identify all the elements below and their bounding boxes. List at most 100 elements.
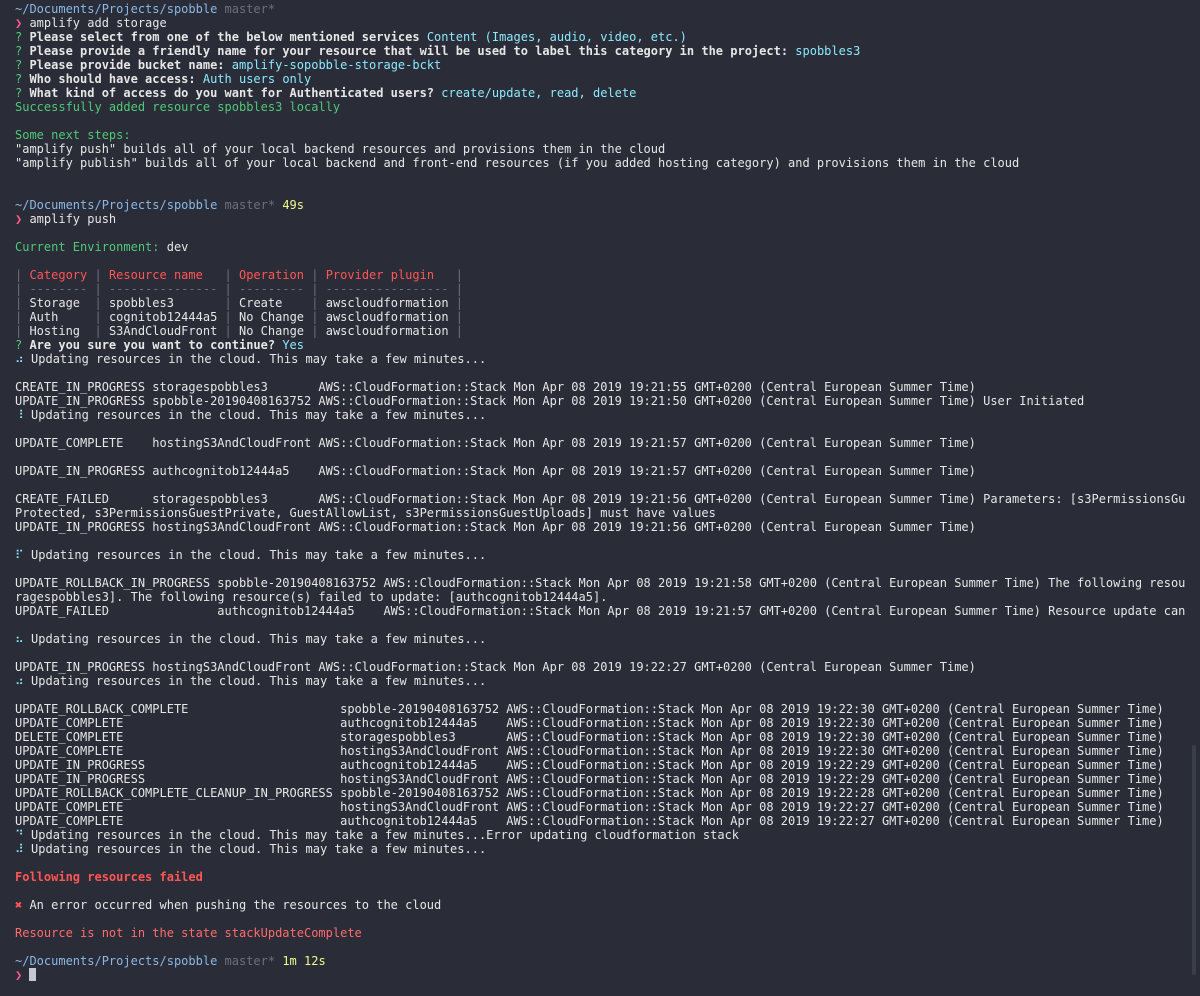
line-segment: awscloudformation bbox=[325, 296, 449, 310]
terminal-line: UPDATE_IN_PROGRESS hostingS3AndCloudFron… bbox=[15, 660, 1185, 674]
line-segment: ~/Documents/Projects/spobble bbox=[15, 2, 218, 16]
line-segment: ⠴ bbox=[15, 352, 32, 366]
line-segment: Updating resources in the cloud. This ma… bbox=[31, 632, 487, 646]
terminal-line: ? Please select from one of the below me… bbox=[15, 30, 1185, 44]
terminal-line: ~/Documents/Projects/spobble master* bbox=[15, 2, 1185, 16]
line-segment: ⠙ bbox=[15, 828, 32, 842]
line-segment: | bbox=[87, 310, 109, 324]
line-segment: Please select from one of the below ment… bbox=[29, 30, 420, 44]
line-segment: Updating resources in the cloud. This ma… bbox=[31, 842, 487, 856]
terminal-line: UPDATE_ROLLBACK_COMPLETE spobble-2019040… bbox=[15, 702, 1185, 716]
text-cursor[interactable] bbox=[29, 968, 37, 981]
line-segment: | bbox=[304, 324, 326, 338]
line-segment: UPDATE_IN_PROGRESS hostingS3AndCloudFron… bbox=[15, 520, 976, 534]
line-segment: spobbles3 bbox=[108, 296, 218, 310]
terminal-line: CREATE_FAILED storagespobbles3 AWS::Clou… bbox=[15, 492, 1185, 506]
terminal-line: UPDATE_COMPLETE authcognitob12444a5 AWS:… bbox=[15, 716, 1185, 730]
line-segment: ? bbox=[15, 86, 30, 100]
terminal-line: UPDATE_COMPLETE hostingS3AndCloudFront A… bbox=[15, 436, 1185, 450]
line-segment: ⠏ bbox=[15, 548, 32, 562]
terminal-line: ? Please provide bucket name: amplify-so… bbox=[15, 58, 1185, 72]
line-segment: UPDATE_IN_PROGRESS authcognitob12444a5 A… bbox=[15, 464, 976, 478]
line-segment: ? bbox=[15, 30, 30, 44]
line-segment: No Change bbox=[239, 324, 305, 338]
line-segment: ✖ bbox=[15, 898, 30, 912]
scrollbar[interactable] bbox=[1192, 745, 1196, 975]
terminal-line: | Auth | cognitob12444a5 | No Change | a… bbox=[15, 310, 1185, 324]
line-segment: UPDATE_IN_PROGRESS spobble-2019040816375… bbox=[15, 394, 1085, 408]
line-segment: | bbox=[15, 324, 30, 338]
terminal-line: ❯ amplify push bbox=[15, 212, 1185, 226]
terminal-line: UPDATE_COMPLETE authcognitob12444a5 AWS:… bbox=[15, 814, 1185, 828]
line-segment: | bbox=[448, 324, 463, 338]
line-segment: spobbles3 bbox=[788, 44, 861, 58]
terminal-line: DELETE_COMPLETE storagespobbles3 AWS::Cl… bbox=[15, 730, 1185, 744]
line-segment: Updating resources in the cloud. This ma… bbox=[31, 408, 487, 422]
line-segment: | bbox=[15, 296, 30, 310]
line-segment: Updating resources in the cloud. This ma… bbox=[31, 548, 487, 562]
terminal-line: UPDATE_IN_PROGRESS hostingS3AndCloudFron… bbox=[15, 772, 1185, 786]
terminal-line: UPDATE_FAILED authcognitob12444a5 AWS::C… bbox=[15, 604, 1185, 618]
terminal-line: ~/Documents/Projects/spobble master* 49s bbox=[15, 198, 1185, 212]
line-segment: Hosting bbox=[29, 324, 88, 338]
line-segment: S3AndCloudFront bbox=[108, 324, 218, 338]
line-segment: Create bbox=[239, 296, 305, 310]
line-segment: | bbox=[87, 268, 109, 282]
terminal-line: ✖ An error occurred when pushing the res… bbox=[15, 898, 1185, 912]
line-segment: amplify-sopobble-storage-bckt bbox=[224, 58, 442, 72]
terminal-line: "amplify publish" builds all of your loc… bbox=[15, 156, 1185, 170]
line-segment: Resource name bbox=[108, 268, 203, 282]
line-segment: Following resources failed bbox=[15, 870, 203, 884]
line-segment: ❯ bbox=[15, 968, 30, 982]
line-segment: master* bbox=[217, 2, 276, 16]
line-segment: UPDATE_COMPLETE hostingS3AndCloudFront A… bbox=[15, 436, 976, 450]
line-segment: Are you sure you want to continue? bbox=[29, 338, 276, 352]
terminal-line: | Storage | spobbles3 | Create | awsclou… bbox=[15, 296, 1185, 310]
terminal-line: ⠴ Updating resources in the cloud. This … bbox=[15, 352, 1185, 366]
line-segment: 49s bbox=[275, 198, 304, 212]
line-segment: Please provide bucket name: bbox=[29, 58, 225, 72]
line-segment: master* bbox=[217, 954, 276, 968]
line-segment: | bbox=[15, 310, 30, 324]
line-segment: create/update, read, delete bbox=[434, 86, 637, 100]
line-segment: ⠴ bbox=[15, 674, 32, 688]
line-segment: Updating resources in the cloud. This ma… bbox=[31, 352, 487, 366]
terminal-window[interactable]: ~/Documents/Projects/spobble master* ❯ am… bbox=[0, 0, 1200, 996]
line-segment: | -------- | --------------- | ---------… bbox=[15, 282, 463, 296]
terminal-line: ⠼ Updating resources in the cloud. This … bbox=[15, 842, 1185, 856]
line-segment: Resource is not in the state stackUpdate… bbox=[15, 926, 362, 940]
line-segment: Category bbox=[29, 268, 88, 282]
terminal-line: UPDATE_IN_PROGRESS authcognitob12444a5 A… bbox=[15, 464, 1185, 478]
line-segment: "amplify push" builds all of your local … bbox=[15, 142, 666, 156]
terminal-line: ⠴ Updating resources in the cloud. This … bbox=[15, 674, 1185, 688]
terminal-line: | -------- | --------------- | ---------… bbox=[15, 282, 1185, 296]
terminal-line: UPDATE_IN_PROGRESS spobble-2019040816375… bbox=[15, 394, 1185, 408]
line-segment: CREATE_FAILED storagespobbles3 AWS::Clou… bbox=[15, 492, 1185, 506]
terminal-line: Current Environment: dev bbox=[15, 240, 1185, 254]
line-segment: ⠦ bbox=[15, 632, 32, 646]
line-segment: 1m 12s bbox=[275, 954, 326, 968]
line-segment: ❯ bbox=[15, 16, 30, 30]
line-segment: UPDATE_IN_PROGRESS hostingS3AndCloudFron… bbox=[15, 772, 1164, 786]
line-segment: UPDATE_IN_PROGRESS authcognitob12444a5 A… bbox=[15, 758, 1164, 772]
line-segment: Operation bbox=[238, 268, 305, 282]
terminal-line: ❯ amplify add storage bbox=[15, 16, 1185, 30]
line-segment: Auth users only bbox=[195, 72, 312, 86]
terminal-line: CREATE_IN_PROGRESS storagespobbles3 AWS:… bbox=[15, 380, 1185, 394]
line-segment: amplify push bbox=[29, 212, 117, 226]
line-segment: "amplify publish" builds all of your loc… bbox=[15, 156, 1020, 170]
line-segment: Successfully added resource spobbles3 lo… bbox=[15, 100, 341, 114]
line-segment: Please provide a friendly name for your … bbox=[29, 44, 789, 58]
terminal-line: UPDATE_ROLLBACK_IN_PROGRESS spobble-2019… bbox=[15, 576, 1185, 590]
line-segment: An error occurred when pushing the resou… bbox=[29, 898, 442, 912]
line-segment: Provider plugin bbox=[325, 268, 435, 282]
terminal-line: ? Who should have access: Auth users onl… bbox=[15, 72, 1185, 86]
